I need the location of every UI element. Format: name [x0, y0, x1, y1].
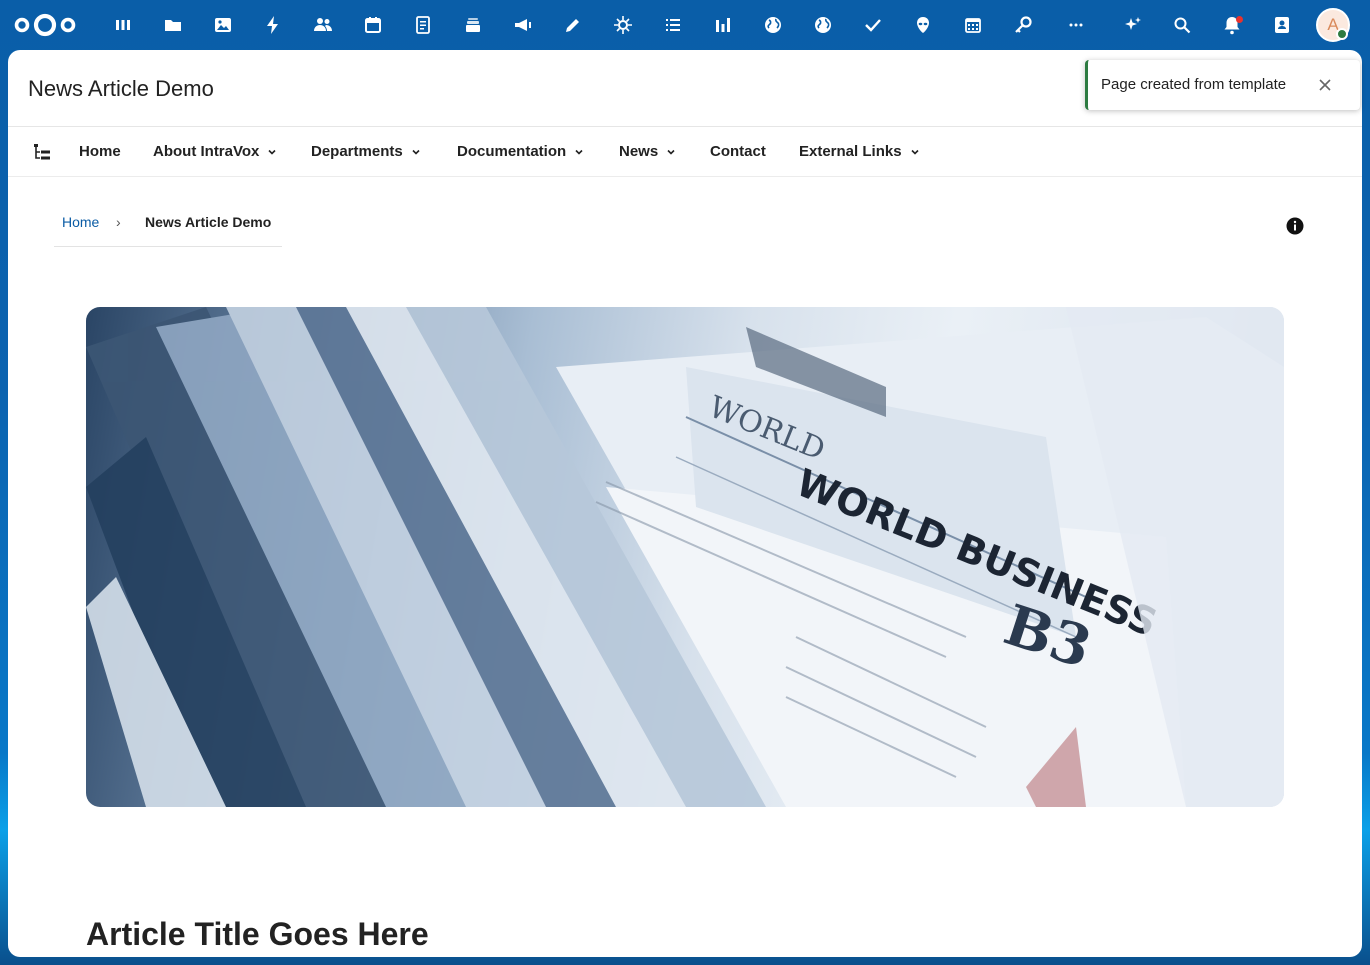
breadcrumb-home-link[interactable]: Home: [62, 214, 99, 230]
info-icon[interactable]: [1286, 217, 1304, 235]
page-navigation: Home About IntraVox Departments Document…: [8, 127, 1362, 176]
tasks-list-icon[interactable]: [658, 10, 688, 40]
nav-item-departments[interactable]: Departments: [311, 127, 421, 176]
nextcloud-logo[interactable]: [14, 12, 76, 38]
close-icon[interactable]: [1316, 76, 1334, 94]
files-icon[interactable]: [158, 10, 188, 40]
newspaper-stack-image: WORLD WORLD BUSINESS B3: [86, 307, 1284, 807]
nav-item-about-intravox[interactable]: About IntraVox: [153, 127, 277, 176]
calendar-icon[interactable]: [358, 10, 388, 40]
notification-badge: [1236, 16, 1243, 23]
breadcrumb-separator: ›: [116, 214, 121, 230]
nav-item-contact[interactable]: Contact: [710, 127, 766, 176]
toast-message: Page created from template: [1101, 76, 1287, 93]
analytics-icon[interactable]: [708, 10, 738, 40]
hero-image: WORLD WORLD BUSINESS B3: [86, 307, 1284, 807]
globe-icon-2[interactable]: [808, 10, 838, 40]
nav-divider: [8, 176, 1362, 177]
globe-icon-1[interactable]: [758, 10, 788, 40]
online-status-icon: [1336, 28, 1348, 40]
nav-item-label: External Links: [799, 143, 902, 160]
nav-item-label: Home: [79, 143, 121, 160]
toast-notification: Page created from template: [1085, 60, 1360, 110]
search-icon[interactable]: [1167, 10, 1197, 40]
nav-item-label: Contact: [710, 143, 766, 160]
main-content-card: News Article Demo Home About IntraVox De…: [8, 50, 1362, 957]
nav-item-external-links[interactable]: External Links: [799, 127, 920, 176]
chevron-down-icon: [412, 149, 420, 155]
nav-item-news[interactable]: News: [619, 127, 676, 176]
notes-icon[interactable]: [408, 10, 438, 40]
more-apps-icon[interactable]: [1061, 10, 1091, 40]
contacts-people-icon[interactable]: [308, 10, 338, 40]
calendar-grid-icon[interactable]: [958, 10, 988, 40]
nav-item-label: Documentation: [457, 143, 567, 160]
notifications-icon[interactable]: [1217, 10, 1247, 40]
photos-icon[interactable]: [208, 10, 238, 40]
sparkle-app-icon[interactable]: [608, 10, 638, 40]
pencil-icon[interactable]: [558, 10, 588, 40]
key-icon[interactable]: [1008, 10, 1038, 40]
contacts-menu-icon[interactable]: [1267, 10, 1297, 40]
article-title: Article Title Goes Here: [86, 916, 429, 952]
page-title: News Article Demo: [28, 76, 214, 101]
checkmark-icon[interactable]: [858, 10, 888, 40]
breadcrumb-current: News Article Demo: [145, 214, 272, 230]
activity-icon[interactable]: [258, 10, 288, 40]
nav-item-label: About IntraVox: [153, 143, 260, 160]
alien-icon[interactable]: [908, 10, 938, 40]
dashboard-icon[interactable]: [108, 10, 138, 40]
nav-item-documentation[interactable]: Documentation: [457, 127, 584, 176]
nav-item-label: News: [619, 143, 659, 160]
deck-icon[interactable]: [458, 10, 488, 40]
top-header-bar: A: [0, 0, 1370, 50]
announcements-icon[interactable]: [508, 10, 538, 40]
nav-item-label: Departments: [311, 143, 403, 160]
chevron-down-icon: [910, 149, 919, 155]
nav-item-home[interactable]: Home: [79, 127, 121, 176]
breadcrumb: Home › News Article Demo: [54, 210, 282, 247]
page-tree-icon[interactable]: [32, 142, 52, 162]
assistant-icon[interactable]: [1118, 10, 1148, 40]
chevron-down-icon: [575, 149, 583, 155]
chevron-down-icon: [268, 149, 276, 155]
chevron-down-icon: [667, 149, 675, 155]
